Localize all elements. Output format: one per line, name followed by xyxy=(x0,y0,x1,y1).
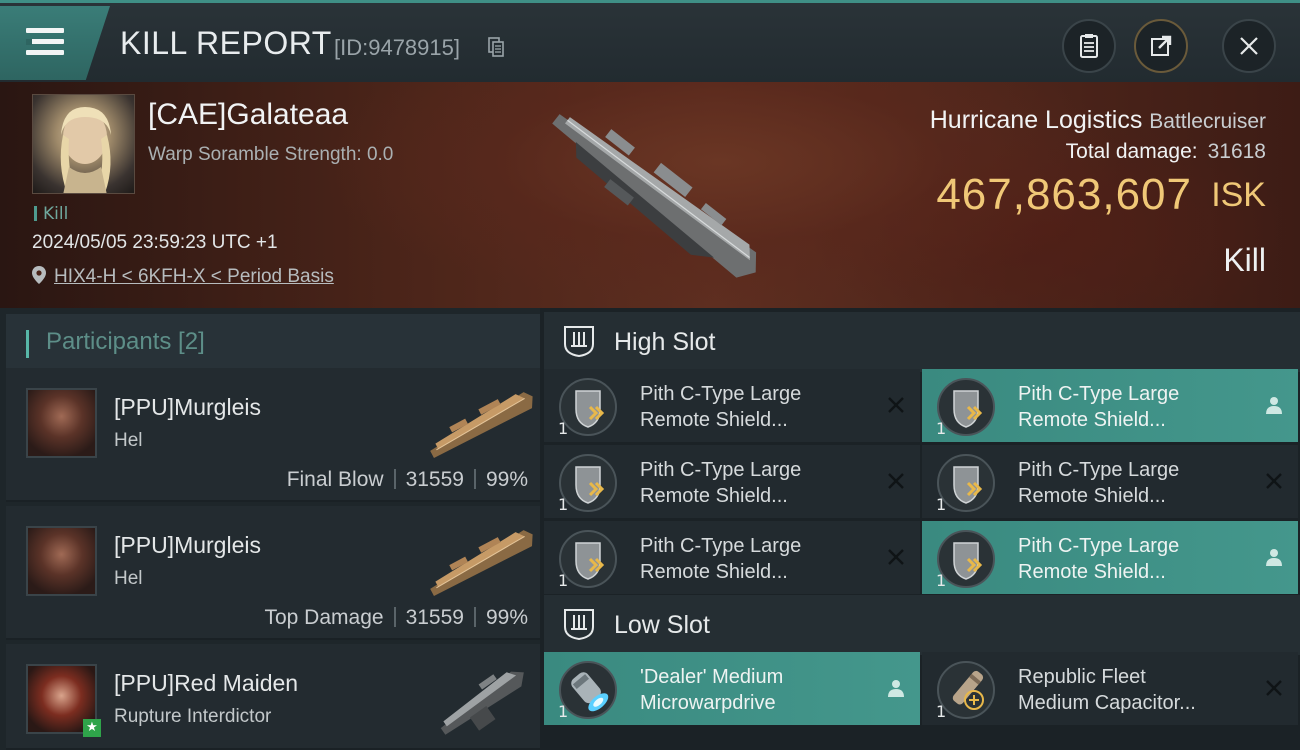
total-damage: Total damage: 31618 xyxy=(1065,140,1266,163)
module-name: Pith C-Type Large Remote Shield... xyxy=(640,459,802,507)
participant-row[interactable]: [PPU]Murgleis Hel Final Blow 31559 99% xyxy=(6,368,540,502)
high-slot-header: High Slot xyxy=(544,312,1300,372)
share-icon xyxy=(1151,35,1172,56)
participant-ship-image xyxy=(430,392,533,458)
menu-button[interactable] xyxy=(0,6,110,80)
module-name: 'Dealer' Medium Microwarpdrive xyxy=(640,666,784,714)
high-slot-title: High Slot xyxy=(614,328,716,356)
low-slot-header: Low Slot xyxy=(544,595,1300,655)
participant-ship: Hel xyxy=(114,568,143,589)
location-text: HIX4-H < 6KFH-X < Period Basis xyxy=(54,266,334,287)
page-title: KILL REPORT xyxy=(120,25,332,61)
module-item[interactable]: 1 'Dealer' Medium Microwarpdrive xyxy=(544,652,920,725)
report-id: [ID:9478915] xyxy=(334,35,460,60)
isk-unit: ISK xyxy=(1211,176,1266,214)
close-button[interactable] xyxy=(1222,19,1276,73)
kill-timestamp: 2024/05/05 23:59:23 UTC +1 xyxy=(32,232,278,253)
module-item[interactable]: 1 Pith C-Type Large Remote Shield... xyxy=(922,521,1298,594)
result-label: Kill xyxy=(1223,242,1266,278)
participants-header: Participants [2] xyxy=(6,314,540,370)
module-name: Republic Fleet Medium Capacitor... xyxy=(1018,666,1196,714)
kill-tag: Kill xyxy=(34,204,68,224)
module-item[interactable]: 1 Pith C-Type Large Remote Shield... xyxy=(922,369,1298,442)
header-bar: KILL REPORT [ID:9478915] xyxy=(0,0,1300,82)
clipboard-button[interactable] xyxy=(1062,19,1116,73)
participant-name: [PPU]Murgleis xyxy=(114,394,261,420)
module-item[interactable]: 1 Republic Fleet Medium Capacitor... xyxy=(922,652,1298,725)
location-pin-icon xyxy=(32,266,46,284)
module-item[interactable]: 1 Pith C-Type Large Remote Shield... xyxy=(544,369,920,442)
module-name: Pith C-Type Large Remote Shield... xyxy=(640,383,802,431)
participant-stats: Top Damage 31559 99% xyxy=(264,606,528,629)
module-item[interactable]: 1 Pith C-Type Large Remote Shield... xyxy=(544,445,920,518)
participant-name: [PPU]Red Maiden xyxy=(114,670,299,696)
destroyed-x-icon xyxy=(1266,473,1282,489)
participant-ship-image xyxy=(430,530,533,596)
participant-row[interactable]: ★ [PPU]Red Maiden Rupture Interdictor xyxy=(6,644,540,750)
participant-ship: Hel xyxy=(114,430,143,451)
kill-location[interactable]: HIX4-H < 6KFH-X < Period Basis xyxy=(32,266,334,288)
module-name: Pith C-Type Large Remote Shield... xyxy=(640,535,802,583)
menu-icon xyxy=(26,28,64,58)
dropped-person-icon xyxy=(1266,549,1282,566)
participant-ship-image xyxy=(440,671,524,735)
participants-title: Participants [2] xyxy=(46,328,205,355)
victim-ship-name[interactable]: Hurricane Logistics Battlecruiser xyxy=(930,106,1266,135)
participant-stats: Final Blow 31559 99% xyxy=(286,468,528,491)
participant-portrait xyxy=(26,388,97,458)
warp-scramble-strength: Warp Soramble Strength: 0.0 xyxy=(148,144,394,165)
participant-name: [PPU]Murgleis xyxy=(114,532,261,558)
module-name: Pith C-Type Large Remote Shield... xyxy=(1018,535,1180,583)
victim-ship-image[interactable] xyxy=(520,90,790,300)
star-badge-icon: ★ xyxy=(83,719,101,737)
destroyed-x-icon xyxy=(888,549,904,565)
isk-value: 467,863,607 xyxy=(936,170,1192,219)
dropped-person-icon xyxy=(888,680,904,697)
destroyed-x-icon xyxy=(888,473,904,489)
module-item[interactable]: 1 Pith C-Type Large Remote Shield... xyxy=(922,445,1298,518)
victim-portrait[interactable] xyxy=(32,94,135,194)
participant-ship: Rupture Interdictor xyxy=(114,706,272,727)
participants-panel: Participants [2] [PPU]Murgleis Hel Final… xyxy=(0,308,540,750)
clipboard-icon xyxy=(1080,34,1098,58)
participant-portrait: ★ xyxy=(26,664,101,737)
victim-banner: [CAE]Galateaa Warp Soramble Strength: 0.… xyxy=(0,82,1300,308)
module-item[interactable]: 1 Pith C-Type Large Remote Shield... xyxy=(544,521,920,594)
high-slot-icon xyxy=(564,326,594,358)
module-name: Pith C-Type Large Remote Shield... xyxy=(1018,383,1180,431)
close-icon xyxy=(1240,37,1258,55)
dropped-person-icon xyxy=(1266,397,1282,414)
low-slot-title: Low Slot xyxy=(614,611,710,639)
module-name: Pith C-Type Large Remote Shield... xyxy=(1018,459,1180,507)
share-button[interactable] xyxy=(1134,19,1188,73)
victim-pilot-name[interactable]: [CAE]Galateaa xyxy=(148,98,348,132)
destroyed-x-icon xyxy=(888,397,904,413)
fitting-panel: High Slot 1 Pith C-Type Large Remote Shie… xyxy=(544,308,1300,750)
copy-icon[interactable] xyxy=(488,37,504,57)
destroyed-x-icon xyxy=(1266,680,1282,696)
participant-portrait xyxy=(26,526,97,596)
participant-row[interactable]: [PPU]Murgleis Hel Top Damage 31559 99% xyxy=(6,506,540,640)
low-slot-icon xyxy=(564,609,594,641)
